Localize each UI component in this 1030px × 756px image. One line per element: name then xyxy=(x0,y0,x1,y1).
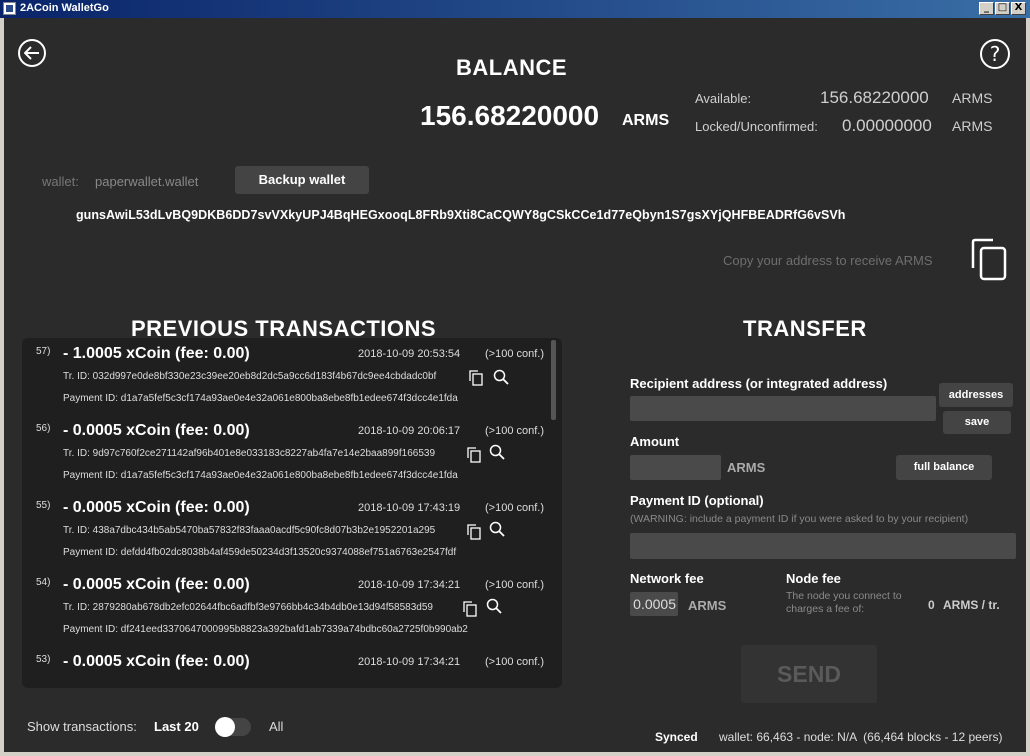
wallet-label: wallet: xyxy=(42,174,79,189)
balance-unit: ARMS xyxy=(622,112,670,129)
tx-amount: - 0.0005 xCoin (fee: 0.00) xyxy=(63,422,250,439)
addresses-button[interactable]: addresses xyxy=(939,383,1013,407)
balance-amount: 156.68220000 xyxy=(420,100,600,131)
close-button[interactable]: X xyxy=(1011,2,1026,15)
available-unit: ARMS xyxy=(952,90,993,106)
tx-confirmations: (>100 conf.) xyxy=(485,579,545,591)
tx-payment-id: Payment ID: d1a7a5fef5c3cf174a93ae0e4e32… xyxy=(63,393,458,404)
payment-id-label: Payment ID (optional) xyxy=(630,493,764,508)
sync-detail: wallet: 66,463 - node: N/A (66,464 block… xyxy=(719,730,1003,744)
recipient-label: Recipient address (or integrated address… xyxy=(630,376,888,391)
minimize-button[interactable]: _ xyxy=(979,2,994,15)
window-frame-left xyxy=(0,18,4,756)
copy-icon[interactable] xyxy=(469,370,483,386)
send-button[interactable]: SEND xyxy=(741,645,877,703)
wallet-file: paperwallet.wallet xyxy=(95,174,199,189)
tx-payment-id: Payment ID: defdd4fb02dc8038b4af459de502… xyxy=(63,547,457,558)
help-button[interactable]: ? xyxy=(980,39,1010,69)
copy-icon xyxy=(971,238,1007,281)
network-fee-input[interactable]: 0.0005 xyxy=(630,592,678,616)
tx-id: Tr. ID: 032d997e0de8bf330e23c39ee20eb8d2… xyxy=(63,371,437,382)
search-icon[interactable] xyxy=(489,444,505,460)
wallet-address[interactable]: gunsAwiL53dLvBQ9DKB6DD7svVXkyUPJ4BqHEGxo… xyxy=(76,208,845,222)
list-item: 57) - 1.0005 xCoin (fee: 0.00) 2018-10-0… xyxy=(22,342,562,419)
available-value: 156.68220000 xyxy=(820,88,929,107)
save-button[interactable]: save xyxy=(943,411,1011,434)
tx-id: Tr. ID: 9d97c760f2ce271142af96b401e8e033… xyxy=(63,448,436,459)
back-button[interactable] xyxy=(18,39,46,67)
recipient-address-input[interactable] xyxy=(630,396,936,421)
list-item: 55) - 0.0005 xCoin (fee: 0.00) 2018-10-0… xyxy=(22,496,562,573)
payment-id-warning: (WARNING: include a payment ID if you we… xyxy=(630,513,969,525)
tx-amount: - 0.0005 xCoin (fee: 0.00) xyxy=(63,576,250,593)
node-fee-value: 0 xyxy=(928,598,935,612)
tx-amount: - 0.0005 xCoin (fee: 0.00) xyxy=(63,653,250,670)
app-icon xyxy=(3,2,16,15)
window-titlebar: 2ACoin WalletGo _ □ X xyxy=(0,0,1030,18)
network-fee-label: Network fee xyxy=(630,571,704,586)
transactions-toggle[interactable] xyxy=(215,717,251,737)
show-transactions-label: Show transactions: xyxy=(27,719,137,734)
window-title: 2ACoin WalletGo xyxy=(20,2,109,14)
locked-label: Locked/Unconfirmed: xyxy=(695,119,818,134)
tx-date: 2018-10-09 17:43:19 xyxy=(358,502,461,514)
balance-heading: BALANCE xyxy=(456,55,568,80)
tx-amount: - 0.0005 xCoin (fee: 0.00) xyxy=(63,499,250,516)
tx-payment-id: Payment ID: df241eed3370647000995b8823a3… xyxy=(63,624,468,635)
backup-wallet-button[interactable]: Backup wallet xyxy=(235,166,369,194)
tx-confirmations: (>100 conf.) xyxy=(485,425,545,437)
search-icon[interactable] xyxy=(493,369,509,385)
locked-unit: ARMS xyxy=(952,118,993,134)
list-item: 54) - 0.0005 xCoin (fee: 0.00) 2018-10-0… xyxy=(22,573,562,650)
tx-confirmations: (>100 conf.) xyxy=(485,656,545,668)
locked-value: 0.00000000 xyxy=(842,116,932,135)
help-icon: ? xyxy=(989,42,1001,66)
tx-number: 53) xyxy=(36,654,51,665)
copy-address-button[interactable] xyxy=(969,238,1009,282)
transfer-heading: TRANSFER xyxy=(743,316,867,341)
sync-status: Synced xyxy=(655,730,698,744)
transactions-list[interactable]: 57) - 1.0005 xCoin (fee: 0.00) 2018-10-0… xyxy=(22,338,562,688)
tx-number: 55) xyxy=(36,500,51,511)
amount-input[interactable] xyxy=(630,455,721,480)
copy-icon[interactable] xyxy=(467,524,481,540)
toggle-knob xyxy=(215,717,235,737)
tx-date: 2018-10-09 17:34:21 xyxy=(358,579,461,591)
amount-label: Amount xyxy=(630,434,680,449)
tx-date: 2018-10-09 17:34:21 xyxy=(358,656,461,668)
list-item: 56) - 0.0005 xCoin (fee: 0.00) 2018-10-0… xyxy=(22,419,562,496)
payment-id-input[interactable] xyxy=(630,533,1016,559)
node-fee-description: The node you connect to charges a fee of… xyxy=(786,590,902,615)
window-frame-bottom xyxy=(0,752,1030,756)
tx-confirmations: (>100 conf.) xyxy=(485,348,545,360)
tx-amount: - 1.0005 xCoin (fee: 0.00) xyxy=(63,345,250,362)
tx-id: Tr. ID: 438a7dbc434b5ab5470ba57832f83faa… xyxy=(63,525,436,536)
tx-number: 54) xyxy=(36,577,51,588)
tx-payment-id: Payment ID: d1a7a5fef5c3cf174a93ae0e4e32… xyxy=(63,470,458,481)
search-icon[interactable] xyxy=(486,598,502,614)
search-icon[interactable] xyxy=(489,521,505,537)
tx-confirmations: (>100 conf.) xyxy=(485,502,545,514)
maximize-button[interactable]: □ xyxy=(995,2,1010,15)
node-fee-unit: ARMS / tr. xyxy=(943,598,1000,612)
copy-icon[interactable] xyxy=(463,601,477,617)
amount-unit: ARMS xyxy=(727,460,766,475)
full-balance-button[interactable]: full balance xyxy=(896,455,992,480)
tx-number: 56) xyxy=(36,423,51,434)
network-fee-unit: ARMS xyxy=(688,598,727,613)
copy-address-hint: Copy your address to receive ARMS xyxy=(723,253,933,268)
last-20-label[interactable]: Last 20 xyxy=(154,719,199,734)
tx-date: 2018-10-09 20:53:54 xyxy=(358,348,461,360)
tx-number: 57) xyxy=(36,346,51,357)
node-fee-label: Node fee xyxy=(786,571,841,586)
available-label: Available: xyxy=(695,91,752,106)
back-arrow-icon xyxy=(24,46,39,60)
tx-date: 2018-10-09 20:06:17 xyxy=(358,425,461,437)
all-label[interactable]: All xyxy=(269,719,283,734)
copy-icon[interactable] xyxy=(467,447,481,463)
window-frame-right xyxy=(1026,18,1030,756)
tx-id: Tr. ID: 2879280ab678db2efc02644fbc6adfbf… xyxy=(63,602,433,613)
list-item: 53) - 0.0005 xCoin (fee: 0.00) 2018-10-0… xyxy=(22,650,562,688)
